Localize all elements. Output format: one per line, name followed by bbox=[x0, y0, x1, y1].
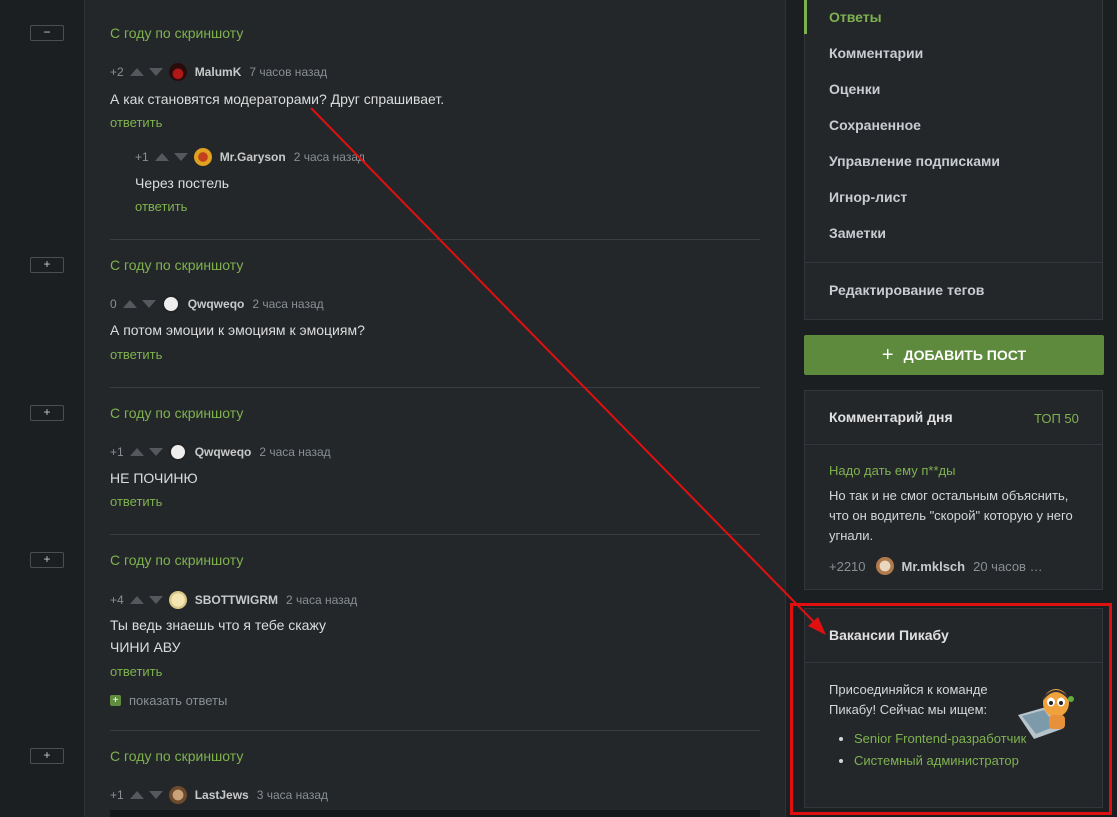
expand-thread-button[interactable]: + bbox=[30, 405, 64, 421]
downvote-icon[interactable] bbox=[148, 791, 163, 799]
downvote-icon[interactable] bbox=[148, 596, 163, 604]
panel-header-divider bbox=[805, 444, 1103, 445]
comment-author[interactable]: Qwqweqo bbox=[188, 297, 245, 311]
thread-post-title[interactable]: С году по скриншоту bbox=[110, 25, 243, 41]
comment-of-day-meta: +2210 Mr.mklsch 20 часов … bbox=[829, 557, 1043, 575]
active-menu-indicator bbox=[804, 0, 807, 34]
comment-score: +1 bbox=[110, 445, 124, 459]
menu-item-ratings[interactable]: Оценки bbox=[829, 81, 880, 97]
comment-time: 7 часов назад bbox=[249, 65, 328, 79]
comment-meta: +2 MalumK 7 часов назад bbox=[110, 63, 327, 81]
menu-item-notes[interactable]: Заметки bbox=[829, 225, 886, 241]
comment-author[interactable]: LastJews bbox=[195, 788, 249, 802]
comment-of-day-text: Но так и не смог остальным объяснить, чт… bbox=[829, 488, 1073, 543]
comment-time: 20 часов … bbox=[973, 558, 1043, 574]
downvote-icon[interactable] bbox=[148, 68, 163, 76]
upvote-icon[interactable] bbox=[154, 153, 169, 161]
upvote-icon[interactable] bbox=[129, 448, 144, 456]
comment-time: 2 часа назад bbox=[252, 297, 324, 311]
add-post-label: ДОБАВИТЬ ПОСТ bbox=[903, 347, 1027, 363]
thread-post-title[interactable]: С году по скриншоту bbox=[110, 257, 243, 273]
avatar[interactable] bbox=[168, 786, 187, 804]
downvote-icon[interactable] bbox=[173, 153, 188, 161]
comment-score: +1 bbox=[135, 150, 149, 164]
comment-score: +2 bbox=[110, 65, 124, 79]
thread-post-title[interactable]: С году по скриншоту bbox=[110, 405, 243, 421]
collapse-thread-button[interactable]: − bbox=[30, 25, 64, 41]
upvote-icon[interactable] bbox=[129, 596, 144, 604]
comment-score: +4 bbox=[110, 593, 124, 607]
comment-of-day-title: Комментарий дня bbox=[829, 409, 953, 425]
expand-thread-button[interactable]: + bbox=[30, 748, 64, 764]
menu-divider bbox=[805, 262, 1103, 263]
comment-text: Через постель bbox=[135, 175, 230, 191]
expand-thread-button[interactable]: + bbox=[30, 552, 64, 568]
comment-author[interactable]: SBOTTWIGRM bbox=[195, 593, 278, 607]
avatar[interactable] bbox=[875, 557, 894, 575]
plus-icon: + bbox=[881, 343, 894, 366]
reply-link[interactable]: ответить bbox=[135, 199, 187, 214]
comment-meta: +1 Qwqweqo 2 часа назад bbox=[110, 443, 331, 461]
menu-item-subscriptions[interactable]: Управление подписками bbox=[829, 153, 1000, 169]
reply-link[interactable]: ответить bbox=[110, 115, 162, 130]
comment-meta: 0 Qwqweqo 2 часа назад bbox=[110, 295, 324, 313]
comment-meta: +4 SBOTTWIGRM 2 часа назад bbox=[110, 591, 357, 609]
avatar[interactable] bbox=[168, 443, 187, 461]
annotation-highlight-box bbox=[790, 603, 1112, 815]
comment-score: 0 bbox=[110, 297, 117, 311]
show-replies-label: показать ответы bbox=[129, 693, 228, 708]
avatar[interactable] bbox=[161, 295, 180, 313]
comment-author[interactable]: Qwqweqo bbox=[195, 445, 252, 459]
menu-item-edit-tags[interactable]: Редактирование тегов bbox=[829, 282, 984, 298]
menu-item-comments[interactable]: Комментарии bbox=[829, 45, 923, 61]
comment-meta: +1 LastJews 3 часа назад bbox=[110, 786, 328, 804]
thread-post-title[interactable]: С году по скриншоту bbox=[110, 748, 243, 764]
thread-divider bbox=[110, 239, 760, 240]
comment-score: +1 bbox=[110, 788, 124, 802]
upvote-icon[interactable] bbox=[129, 791, 144, 799]
reply-link[interactable]: ответить bbox=[110, 664, 162, 679]
comment-text: Ты ведь знаешь что я тебе скажу bbox=[110, 617, 326, 633]
comment-text: ЧИНИ АВУ bbox=[110, 639, 181, 655]
comment-time: 3 часа назад bbox=[256, 788, 329, 802]
reply-link[interactable]: ответить bbox=[110, 347, 162, 362]
thread-divider bbox=[110, 387, 760, 388]
comment-text: А потом эмоции к эмоциям к эмоциям? bbox=[110, 322, 365, 338]
thread-divider bbox=[110, 730, 760, 731]
thread-divider bbox=[110, 534, 760, 535]
downvote-icon[interactable] bbox=[148, 448, 163, 456]
reply-link[interactable]: ответить bbox=[110, 494, 162, 509]
comment-time: 2 часа назад bbox=[286, 593, 358, 607]
expand-thread-button[interactable]: + bbox=[30, 257, 64, 273]
avatar[interactable] bbox=[168, 63, 187, 81]
comment-time: 2 часа назад bbox=[293, 150, 366, 164]
comment-author[interactable]: MalumK bbox=[195, 65, 242, 79]
add-post-button[interactable]: + ДОБАВИТЬ ПОСТ bbox=[804, 335, 1104, 375]
comment-score: +2210 bbox=[829, 558, 866, 574]
upvote-icon[interactable] bbox=[129, 68, 144, 76]
comment-author[interactable]: Mr.mklsch bbox=[902, 559, 966, 574]
comment-text: А как становятся модераторами? Друг спра… bbox=[110, 91, 445, 107]
comment-author[interactable]: Mr.Garyson bbox=[220, 150, 286, 164]
avatar[interactable] bbox=[193, 148, 212, 166]
top50-link[interactable]: ТОП 50 bbox=[1034, 411, 1079, 426]
thread-post-title[interactable]: С году по скриншоту bbox=[110, 552, 243, 568]
menu-item-answers[interactable]: Ответы bbox=[829, 9, 882, 25]
avatar[interactable] bbox=[168, 591, 187, 609]
comment-of-day-post-link[interactable]: Надо дать ему п**ды bbox=[829, 463, 955, 478]
show-replies-button[interactable]: + показать ответы bbox=[110, 693, 227, 708]
menu-item-saved[interactable]: Сохраненное bbox=[829, 117, 921, 133]
menu-item-ignore-list[interactable]: Игнор-лист bbox=[829, 189, 907, 205]
comment-text: НЕ ПОЧИНЮ bbox=[110, 470, 198, 486]
comment-meta: +1 Mr.Garyson 2 часа назад bbox=[135, 148, 365, 166]
comment-time: 2 часа назад bbox=[259, 445, 331, 459]
upvote-icon[interactable] bbox=[122, 300, 137, 308]
embedded-media-edge bbox=[110, 810, 760, 817]
plus-icon: + bbox=[110, 695, 121, 706]
downvote-icon[interactable] bbox=[141, 300, 156, 308]
